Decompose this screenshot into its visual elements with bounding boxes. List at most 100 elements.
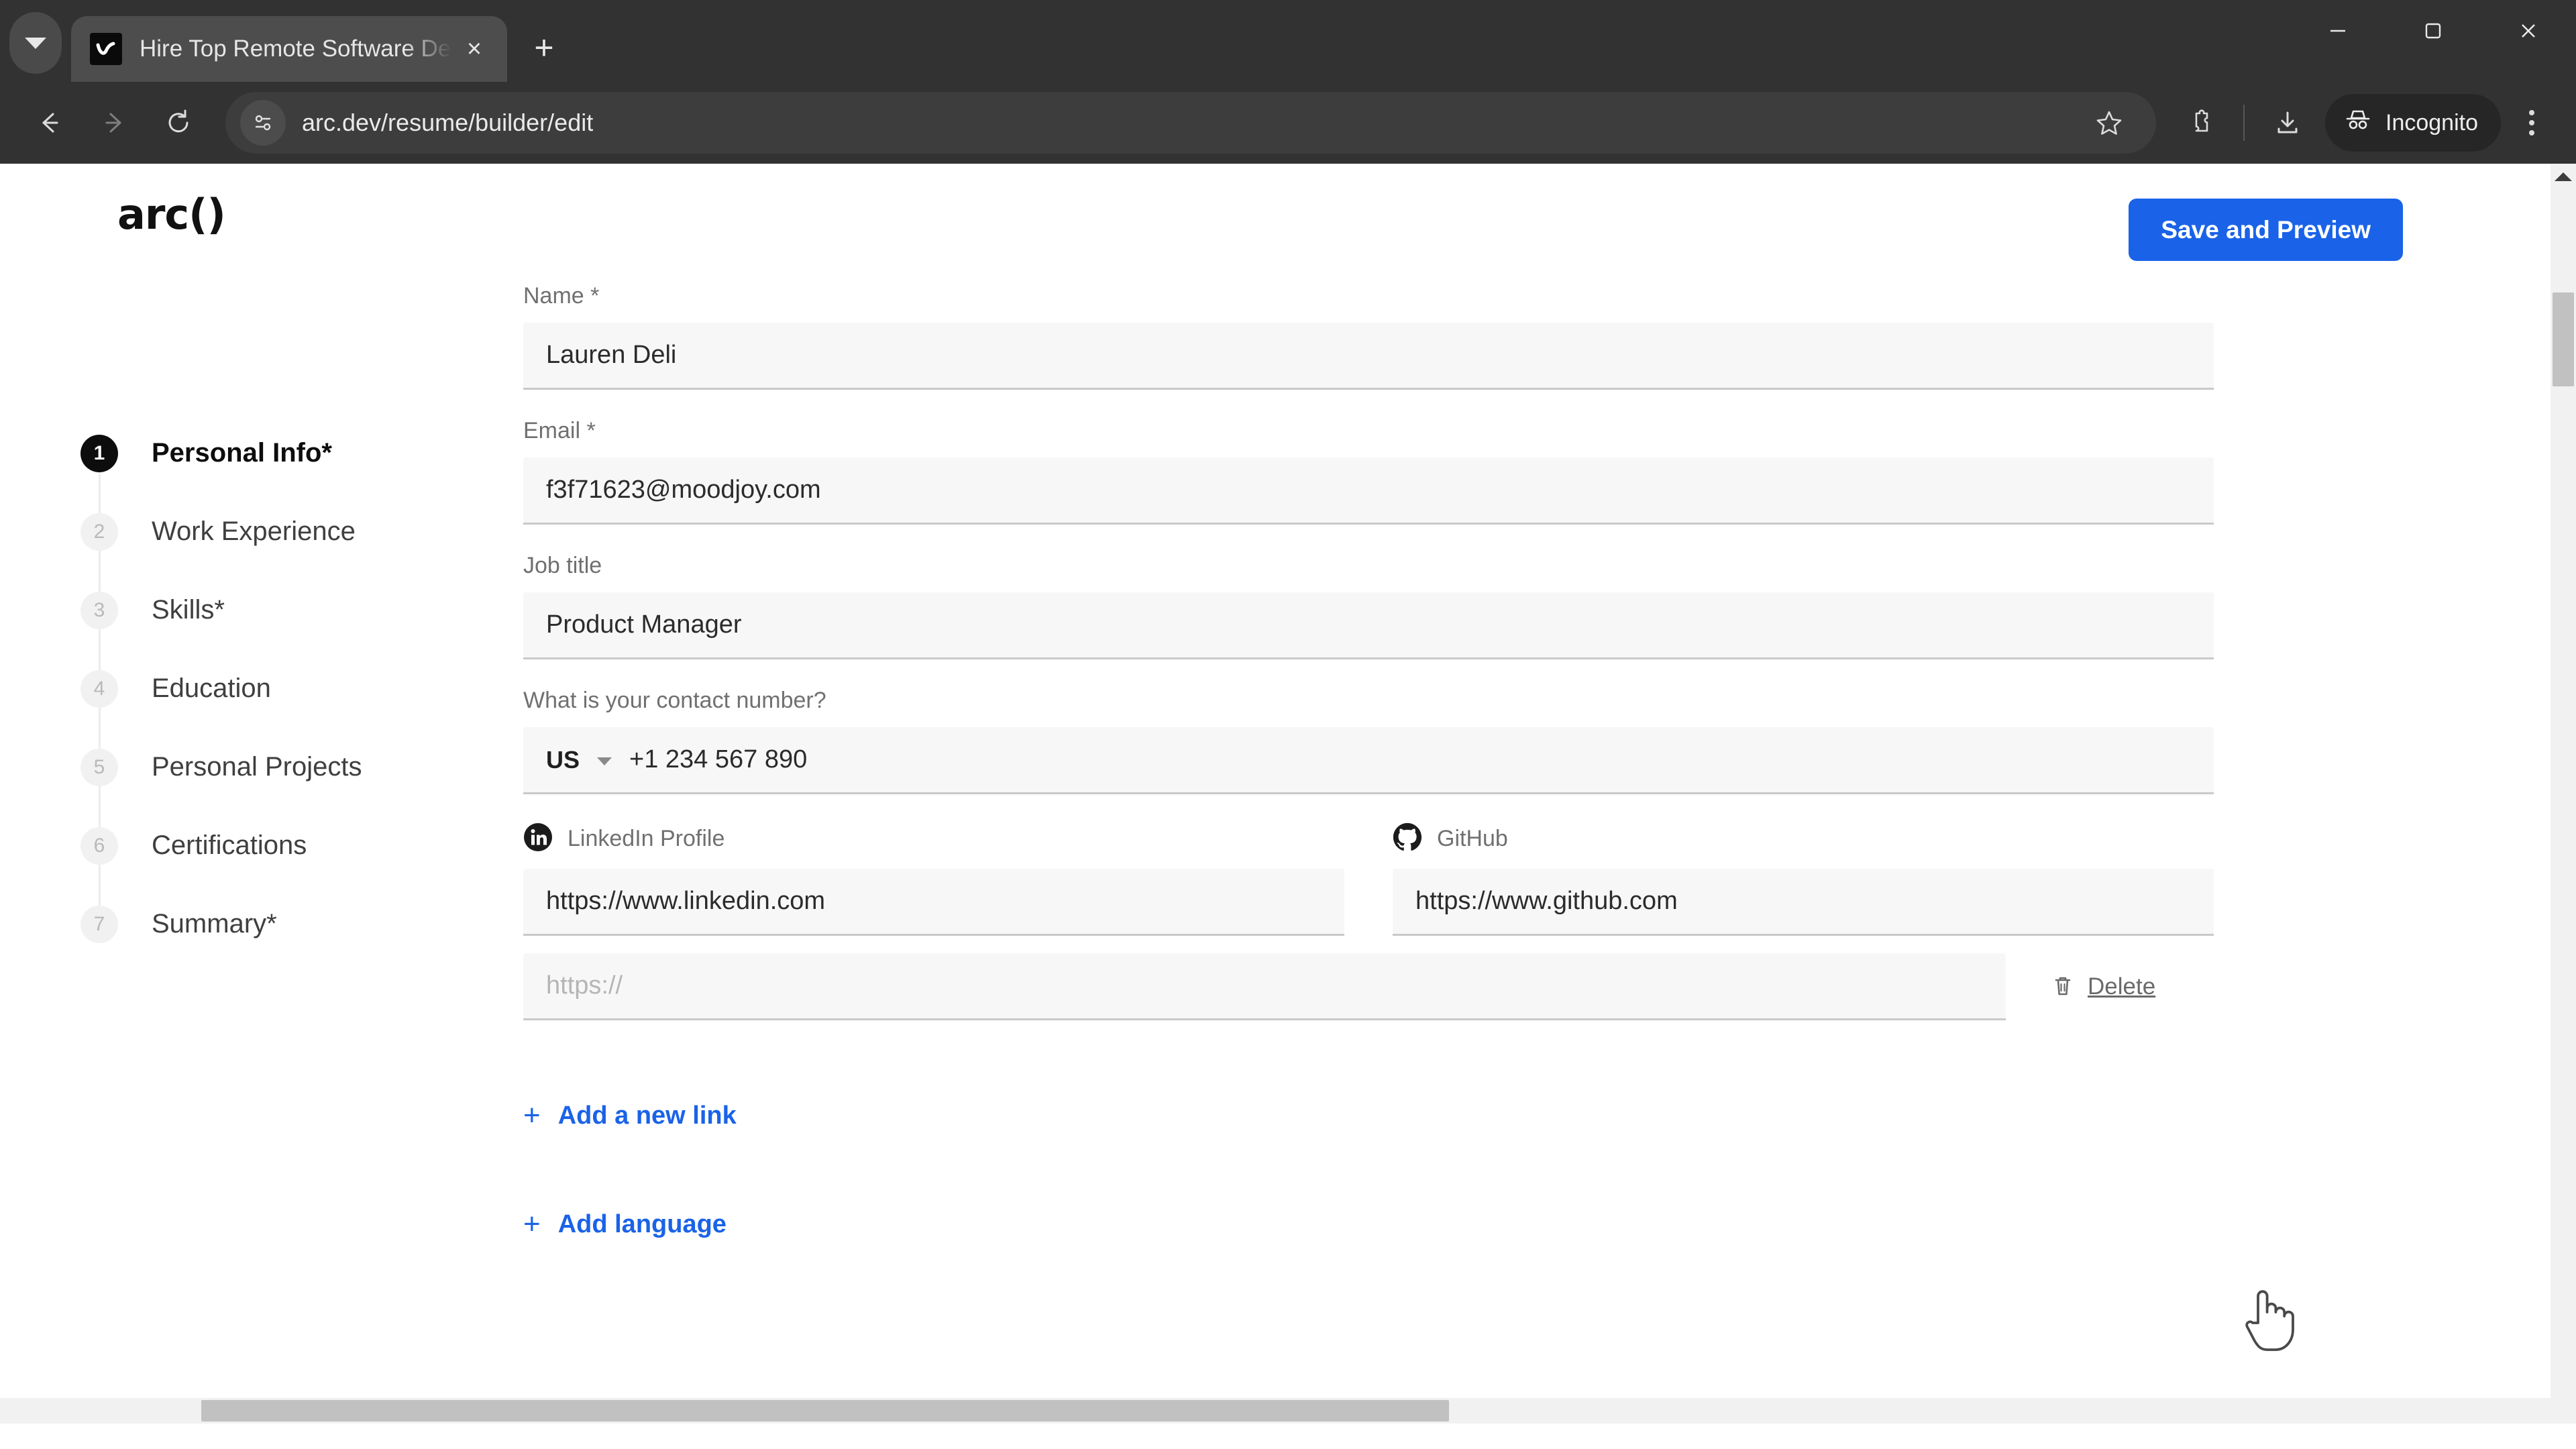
name-label: Name *	[523, 283, 600, 309]
step-number-badge: 4	[80, 669, 118, 708]
save-and-preview-button[interactable]: Save and Preview	[2129, 199, 2403, 261]
linkedin-icon	[523, 822, 553, 855]
contact-number-field-group: What is your contact number? US +1 234 5…	[523, 688, 2214, 794]
minimize-icon[interactable]	[2290, 0, 2385, 62]
sidebar-item-label: Work Experience	[152, 517, 356, 546]
delete-label: Delete	[2088, 973, 2156, 1000]
toolbar-divider	[2243, 105, 2245, 141]
sidebar-item-education[interactable]: 4 Education	[80, 649, 523, 728]
personal-info-form: Name * Email * Job title What is your co…	[523, 283, 2348, 1239]
delete-link-button[interactable]: Delete	[2033, 972, 2214, 1002]
browser-window: Hire Top Remote Software Deve × + arc.de…	[0, 0, 2576, 1449]
social-links-row: LinkedIn Profile Gi	[523, 822, 2214, 936]
address-bar[interactable]: arc.dev/resume/builder/edit	[225, 92, 2156, 154]
browser-tab[interactable]: Hire Top Remote Software Deve ×	[71, 16, 507, 82]
tab-search-button[interactable]	[9, 12, 62, 74]
step-navigation: 1 Personal Info* 2 Work Experience 3 Ski…	[0, 283, 523, 1239]
step-number-badge: 1	[80, 434, 118, 472]
profile-label: Incognito	[2385, 109, 2478, 136]
tab-title: Hire Top Remote Software Deve	[140, 36, 455, 62]
sidebar-item-label: Skills*	[152, 595, 225, 625]
add-link-wrapper: + Add a new link	[523, 1101, 2214, 1130]
reload-icon[interactable]	[146, 91, 211, 155]
scroll-up-arrow-icon[interactable]	[2551, 164, 2576, 189]
forward-arrow-icon[interactable]	[82, 91, 146, 155]
horizontal-scrollbar[interactable]	[0, 1398, 2551, 1424]
step-number-badge: 3	[80, 591, 118, 629]
sidebar-item-certifications[interactable]: 6 Certifications	[80, 806, 523, 885]
linkedin-header: LinkedIn Profile	[523, 822, 1344, 855]
scrollbar-corner	[2551, 1398, 2576, 1424]
step-number-badge: 6	[80, 826, 118, 865]
github-input[interactable]	[1393, 869, 2214, 936]
chevron-down-icon	[25, 37, 46, 49]
phone-number-value: +1 234 567 890	[629, 745, 808, 773]
sidebar-item-label: Certifications	[152, 830, 307, 860]
resume-builder-page: arc() Save and Preview 1 Personal Info* …	[0, 164, 2551, 1424]
country-code-select[interactable]: US	[546, 746, 580, 774]
arc-logo[interactable]: arc()	[117, 190, 226, 239]
add-language-label: Add language	[557, 1210, 727, 1238]
sidebar-item-label: Personal Info*	[152, 438, 332, 468]
puzzle-piece-icon[interactable]	[2168, 91, 2233, 155]
new-tab-button[interactable]: +	[519, 23, 569, 72]
tab-strip: Hire Top Remote Software Deve × +	[0, 0, 2576, 82]
sidebar-item-label: Summary*	[152, 909, 277, 938]
sidebar-item-personal-projects[interactable]: 5 Personal Projects	[80, 728, 523, 806]
sidebar-item-label: Education	[152, 674, 271, 703]
plus-icon: +	[523, 1208, 541, 1240]
sidebar-item-skills[interactable]: 3 Skills*	[80, 571, 523, 649]
star-icon[interactable]	[2077, 91, 2141, 155]
email-field-group: Email *	[523, 418, 2214, 525]
sidebar-item-work-experience[interactable]: 2 Work Experience	[80, 492, 523, 571]
extra-link-row: Delete	[523, 953, 2214, 1020]
contact-number-label: What is your contact number?	[523, 688, 826, 713]
vertical-scrollbar-thumb[interactable]	[2553, 292, 2574, 386]
github-icon	[1393, 822, 1422, 855]
job-title-input[interactable]	[523, 592, 2214, 659]
vertical-scrollbar[interactable]	[2551, 164, 2576, 1424]
url-text: arc.dev/resume/builder/edit	[302, 109, 594, 136]
incognito-hat-icon	[2343, 105, 2373, 142]
builder-body: 1 Personal Info* 2 Work Experience 3 Ski…	[0, 264, 2551, 1239]
step-number-badge: 5	[80, 748, 118, 786]
add-new-link-label: Add a new link	[557, 1101, 737, 1130]
linkedin-label: LinkedIn Profile	[568, 826, 725, 851]
site-settings-icon[interactable]	[240, 100, 286, 146]
email-input[interactable]	[523, 458, 2214, 525]
plus-icon: +	[523, 1099, 541, 1132]
maximize-icon[interactable]	[2385, 0, 2481, 62]
step-number-badge: 7	[80, 905, 118, 943]
add-new-link-button[interactable]: + Add a new link	[523, 1101, 737, 1130]
add-language-button[interactable]: + Add language	[523, 1210, 727, 1239]
sidebar-item-summary[interactable]: 7 Summary*	[80, 885, 523, 963]
sidebar-item-personal-info[interactable]: 1 Personal Info*	[80, 414, 523, 492]
browser-toolbar: arc.dev/resume/builder/edit Incognito	[0, 82, 2576, 164]
github-header: GitHub	[1393, 822, 2214, 855]
phone-input[interactable]: US +1 234 567 890	[523, 727, 2214, 794]
kebab-menu-icon[interactable]	[2505, 92, 2559, 154]
job-title-label: Job title	[523, 553, 602, 578]
profile-incognito-button[interactable]: Incognito	[2325, 94, 2501, 152]
sidebar-item-label: Personal Projects	[152, 752, 362, 782]
download-icon[interactable]	[2255, 91, 2320, 155]
github-field-group: GitHub	[1393, 822, 2214, 936]
tab-close-icon[interactable]: ×	[455, 30, 494, 68]
window-controls	[2290, 0, 2576, 82]
name-input[interactable]	[523, 323, 2214, 390]
step-number-badge: 2	[80, 513, 118, 551]
extra-link-input[interactable]	[523, 953, 2006, 1020]
github-label: GitHub	[1437, 826, 1508, 851]
back-arrow-icon[interactable]	[17, 91, 82, 155]
close-icon[interactable]	[2481, 0, 2576, 62]
linkedin-input[interactable]	[523, 869, 1344, 936]
email-label: Email *	[523, 418, 596, 443]
linkedin-field-group: LinkedIn Profile	[523, 822, 1344, 936]
chevron-down-icon[interactable]	[597, 757, 612, 765]
page-viewport: arc() Save and Preview 1 Personal Info* …	[0, 164, 2576, 1449]
trash-icon	[2049, 972, 2077, 1002]
horizontal-scrollbar-thumb[interactable]	[201, 1400, 1449, 1421]
name-field-group: Name *	[523, 283, 2214, 390]
arc-logo-favicon	[90, 33, 122, 65]
job-title-field-group: Job title	[523, 553, 2214, 659]
